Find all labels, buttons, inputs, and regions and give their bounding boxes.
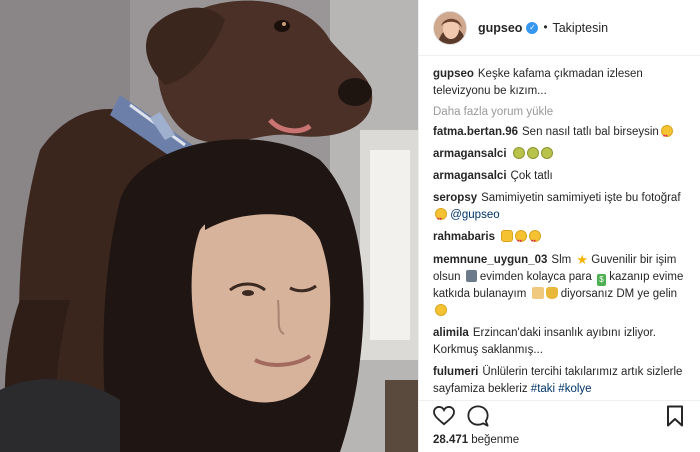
selfie-with-dog-image	[0, 0, 418, 452]
sick-emoji-icon	[540, 147, 553, 159]
comment-icon	[467, 404, 489, 427]
comment-list: gupseo Keşke kafama çıkmadan izlesen tele…	[419, 56, 700, 396]
bookmark-icon	[667, 405, 683, 426]
header-username[interactable]: gupseo	[478, 21, 522, 35]
heart-eyes-emoji-icon	[660, 125, 673, 144]
comment-username[interactable]: fulumeri	[433, 366, 478, 378]
heart-eyes-emoji-icon	[435, 208, 447, 227]
action-bar	[419, 400, 700, 430]
save-button[interactable]	[662, 403, 688, 429]
comment-username[interactable]: armagansalci	[433, 170, 507, 182]
like-button[interactable]	[431, 403, 457, 429]
comment-username[interactable]: memnune_uygun_03	[433, 254, 547, 266]
speaker-emoji-icon	[465, 270, 477, 282]
comment-username[interactable]: seropsy	[433, 192, 477, 204]
sick-emoji-icon	[512, 147, 525, 159]
money-emoji-icon: $	[596, 274, 606, 286]
smirk-emoji-icon	[435, 304, 447, 316]
comment-text: Samimiyetin samimiyeti işte bu fotoğraf	[481, 192, 681, 204]
comment-text-part: evimden kolayca para	[479, 271, 592, 283]
comment-text: Sen nasıl tatlı bal birseysin	[522, 126, 659, 138]
comment-text-part: diyorsanız DM ye gelin	[560, 288, 678, 300]
heart-eyes-emoji-icon	[529, 230, 542, 249]
list-item: rahmabaris	[433, 229, 700, 249]
separator-dot: •	[543, 21, 548, 34]
ok-hand-emoji-icon	[501, 230, 514, 242]
verified-badge-icon: ✓	[526, 21, 539, 34]
caption: gupseo Keşke kafama çıkmadan izlesen tele…	[433, 66, 700, 100]
comment-text-part: Slm	[551, 254, 572, 266]
avatar[interactable]	[433, 10, 467, 45]
hashtag-link[interactable]: #taki	[531, 383, 555, 395]
comment-username[interactable]: fatma.bertan.96	[433, 126, 518, 138]
list-item: seropsy Samimiyetin samimiyeti işte bu fo…	[433, 190, 700, 227]
like-count[interactable]: 28.471 beğenme	[433, 434, 519, 446]
comment-panel: gupseo ✓ • Takiptesin gupseo Keşke kafama…	[418, 0, 700, 452]
list-item: alimila Erzincan'daki insanlık ayıbını iz…	[433, 325, 700, 359]
sick-emoji-icon	[526, 147, 539, 159]
comment-button[interactable]	[465, 403, 491, 429]
money-bag-emoji-icon	[545, 287, 558, 299]
comment-username[interactable]: armagansalci	[433, 148, 507, 160]
house-emoji-icon	[531, 287, 544, 299]
like-count-label: beğenme	[471, 434, 520, 446]
avatar-image	[434, 11, 466, 44]
star-emoji-icon: ★	[576, 252, 589, 267]
load-more-comments-button[interactable]: Daha fazla yorum yükle	[433, 106, 700, 118]
list-item: memnune_uygun_03 Slm ★ Guvenilir bir işim…	[433, 251, 700, 320]
instagram-post: gupseo ✓ • Takiptesin gupseo Keşke kafama…	[0, 0, 700, 452]
comment-username[interactable]: rahmabaris	[433, 231, 495, 243]
mention-link[interactable]: @gupseo	[450, 209, 499, 221]
post-header: gupseo ✓ • Takiptesin	[419, 0, 700, 56]
follow-status-button[interactable]: Takiptesin	[552, 21, 608, 35]
caption-username[interactable]: gupseo	[433, 68, 474, 80]
list-item: armagansalci Çok tatlı	[433, 168, 700, 185]
hashtag-link[interactable]: #kolye	[558, 383, 591, 395]
post-photo[interactable]	[0, 0, 418, 452]
heart-eyes-emoji-icon	[515, 230, 528, 249]
heart-icon	[433, 405, 455, 425]
comment-username[interactable]: alimila	[433, 327, 469, 339]
list-item: fulumeri Ünlülerin tercihi takılarımız ar…	[433, 364, 700, 396]
list-item: armagansalci	[433, 146, 700, 163]
comment-text: Çok tatlı	[510, 170, 553, 182]
like-count-value: 28.471	[433, 434, 469, 446]
list-item: fatma.bertan.96 Sen nasıl tatlı bal birse…	[433, 124, 700, 144]
